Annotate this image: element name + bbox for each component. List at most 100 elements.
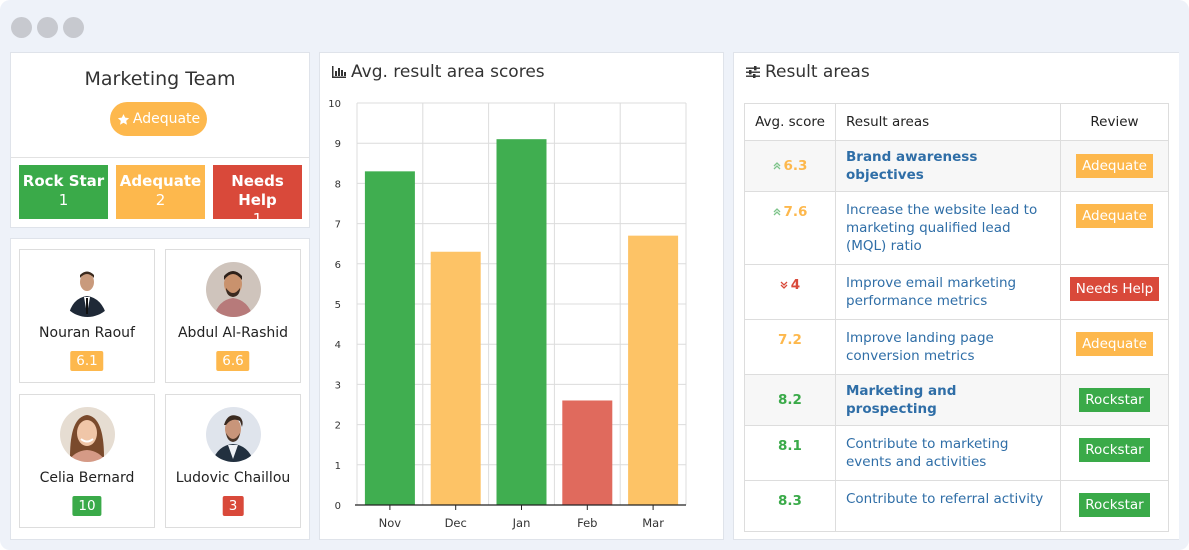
app-window: Marketing Team Adequate Rock Star 1 Adeq… xyxy=(0,0,1189,550)
result-area-link[interactable]: Contribute to marketing events and activ… xyxy=(835,425,1061,481)
window-controls xyxy=(11,17,84,38)
table-row[interactable]: 8.1 Contribute to marketing events and ac… xyxy=(744,425,1169,481)
table-row[interactable]: 7.6 Increase the website lead to marketin… xyxy=(744,191,1169,265)
avatar xyxy=(206,262,261,317)
column-header-score[interactable]: Avg. score xyxy=(744,103,836,141)
review-cell: Adequate xyxy=(1060,319,1169,375)
member-card[interactable]: Ludovic Chaillou 3 xyxy=(165,394,301,528)
member-score-badge: 10 xyxy=(72,496,102,516)
y-tick-label: 9 xyxy=(335,139,341,150)
member-card[interactable]: Abdul Al-Rashid 6.6 xyxy=(165,249,301,383)
x-tick-label: Dec xyxy=(445,516,467,530)
table-row[interactable]: 4 Improve email marketing performance met… xyxy=(744,264,1169,320)
avg-score-value: 8.1 xyxy=(778,438,802,454)
review-badge: Rockstar xyxy=(1079,493,1150,517)
member-score-badge: 3 xyxy=(222,496,244,516)
member-name: Ludovic Chaillou xyxy=(175,470,291,486)
table-header-row: Avg. score Result areas Review xyxy=(744,103,1169,141)
member-card[interactable]: Nouran Raouf 6.1 xyxy=(19,249,155,383)
team-title: Marketing Team xyxy=(84,68,236,90)
y-tick-label: 1 xyxy=(335,461,341,472)
avg-score-cell: 4 xyxy=(744,264,836,320)
table-row[interactable]: 7.2 Improve landing page conversion metri… xyxy=(744,319,1169,375)
result-area-link[interactable]: Brand awareness objectives xyxy=(835,140,1061,192)
result-area-link[interactable]: Improve email marketing performance metr… xyxy=(835,264,1061,320)
count-value: 1 xyxy=(58,191,69,209)
member-name: Celia Bernard xyxy=(39,470,135,486)
chart-bars xyxy=(364,139,679,505)
avg-score-cell: 7.2 xyxy=(744,319,836,375)
y-tick-label: 5 xyxy=(335,300,341,311)
count-needs-help[interactable]: Needs Help 1 xyxy=(213,165,302,228)
bar-nov[interactable] xyxy=(364,171,415,505)
avg-score-value: 6.3 xyxy=(783,157,808,174)
avg-score-cell: 8.3 xyxy=(744,480,836,532)
review-cell: Rockstar xyxy=(1060,374,1169,426)
avg-score-value: 4 xyxy=(790,277,801,293)
avg-score-cell: 7.6 xyxy=(744,191,836,265)
window-dot-2[interactable] xyxy=(37,17,58,38)
count-value: 2 xyxy=(155,191,166,209)
bar-mar[interactable] xyxy=(628,235,679,505)
trend-up-icon xyxy=(773,161,781,173)
table-group-row[interactable]: 8.2 Marketing and prospecting Rockstar xyxy=(744,374,1169,426)
table-row[interactable]: 8.3 Contribute to referral activity Rockst… xyxy=(744,480,1169,532)
result-areas-panel: Result areas Avg. score Result areas Rev… xyxy=(733,52,1179,540)
review-cell: Adequate xyxy=(1060,191,1169,265)
avg-score-value: 7.6 xyxy=(783,204,808,220)
count-rockstar[interactable]: Rock Star 1 xyxy=(19,165,108,219)
column-header-review[interactable]: Review xyxy=(1060,103,1169,141)
avg-score-cell: 8.2 xyxy=(744,374,836,426)
avatar xyxy=(60,407,115,462)
result-area-link[interactable]: Increase the website lead to marketing q… xyxy=(835,191,1061,265)
chart-title: Avg. result area scores xyxy=(351,62,545,82)
y-tick-label: 10 xyxy=(328,99,341,110)
y-tick-label: 0 xyxy=(335,501,341,512)
table-group-row[interactable]: 6.3 Brand awareness objectives Adequate xyxy=(744,140,1169,192)
bar-jan[interactable] xyxy=(496,139,547,505)
review-cell: Needs Help xyxy=(1060,264,1169,320)
review-badge: Adequate xyxy=(1076,153,1153,178)
avatar xyxy=(60,262,115,317)
count-label: Rock Star xyxy=(22,172,105,190)
member-name: Nouran Raouf xyxy=(39,325,135,341)
bar-feb[interactable] xyxy=(562,400,613,505)
count-value: 1 xyxy=(252,210,263,228)
count-adequate[interactable]: Adequate 2 xyxy=(116,165,205,219)
trend-up-icon xyxy=(773,208,781,219)
count-label: Adequate xyxy=(119,172,202,190)
window-dot-3[interactable] xyxy=(63,17,84,38)
chart-panel: 0 1 2 3 4 5 6 7 8 9 10 Nov Dec Jan Feb Mar Avg. result… xyxy=(319,52,724,540)
x-tick-label: Jan xyxy=(512,516,531,530)
y-tick-label: 3 xyxy=(335,380,341,391)
avg-score-value: 8.3 xyxy=(778,493,802,509)
y-tick-label: 6 xyxy=(335,260,341,271)
trend-down-icon xyxy=(780,281,788,292)
result-area-link[interactable]: Marketing and prospecting xyxy=(835,374,1061,426)
window-dot-1[interactable] xyxy=(11,17,32,38)
y-tick-label: 2 xyxy=(335,421,341,432)
column-header-area[interactable]: Result areas xyxy=(835,103,1061,141)
review-cell: Adequate xyxy=(1060,140,1169,192)
avg-score-value: 7.2 xyxy=(778,332,802,348)
x-tick-label: Nov xyxy=(379,516,402,530)
y-tick-label: 7 xyxy=(335,220,341,231)
star-icon xyxy=(117,113,129,125)
review-badge: Rockstar xyxy=(1079,387,1150,412)
member-card[interactable]: Celia Bernard 10 xyxy=(19,394,155,528)
y-tick-label: 4 xyxy=(335,340,341,351)
x-tick-label: Feb xyxy=(577,516,597,530)
review-badge: Adequate xyxy=(1076,204,1153,228)
divider xyxy=(11,157,309,158)
result-area-link[interactable]: Contribute to referral activity xyxy=(835,480,1061,532)
result-areas-table: Avg. score Result areas Review 6.3 Brand … xyxy=(744,103,1169,532)
status-counts: Rock Star 1 Adequate 2 Needs Help 1 xyxy=(19,165,302,228)
result-area-link[interactable]: Improve landing page conversion metrics xyxy=(835,319,1061,375)
areas-title-row: Result areas xyxy=(746,62,870,82)
count-label: Needs Help xyxy=(231,172,284,209)
bar-dec[interactable] xyxy=(430,251,481,505)
member-score-badge: 6.1 xyxy=(70,351,104,371)
y-tick-label: 8 xyxy=(335,179,341,190)
areas-title: Result areas xyxy=(765,62,870,82)
avg-score-value: 8.2 xyxy=(778,391,802,408)
